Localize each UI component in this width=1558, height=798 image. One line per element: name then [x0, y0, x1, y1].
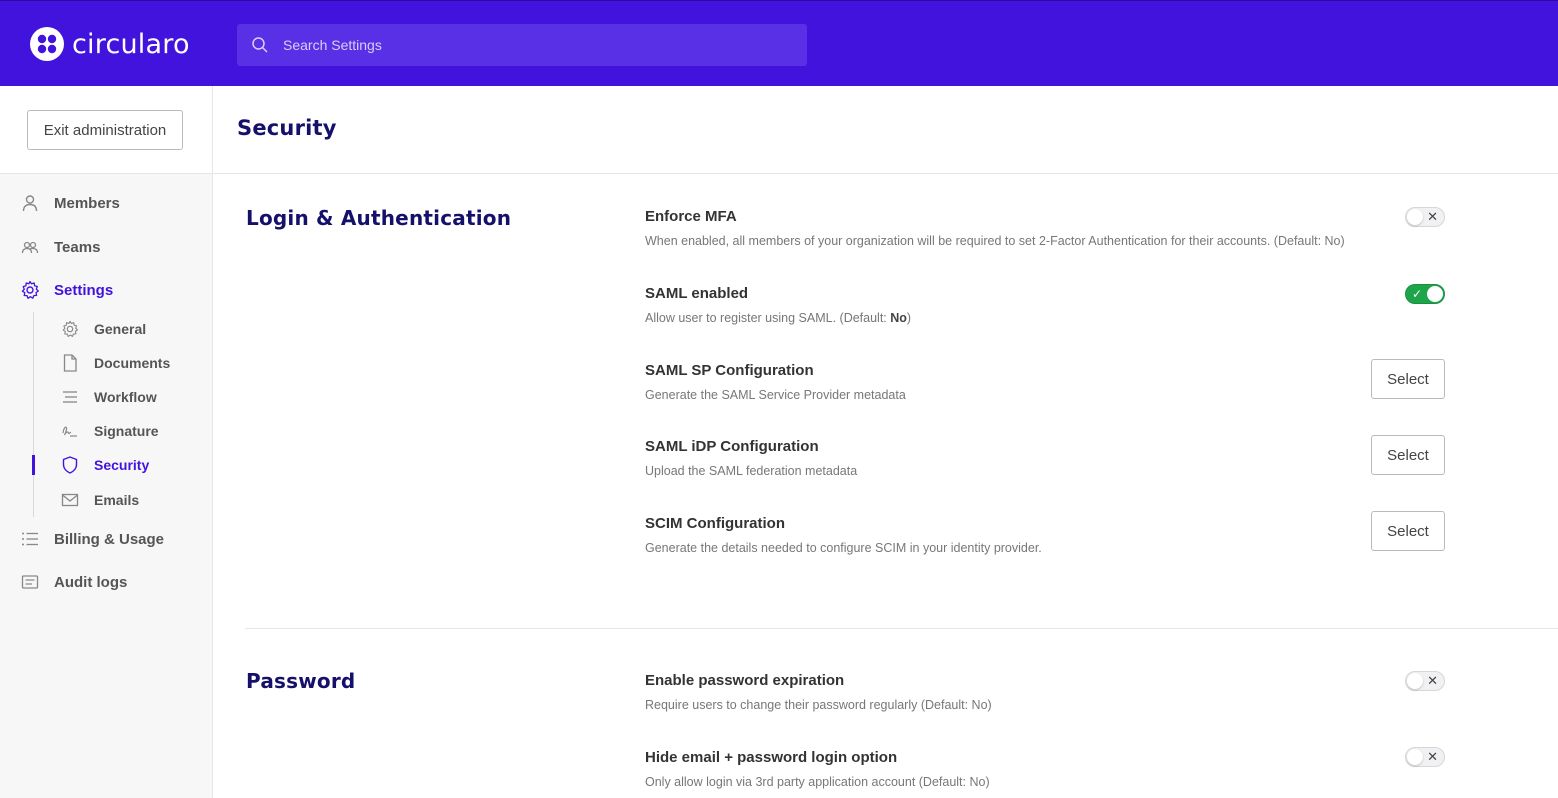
enforce-mfa-toggle[interactable]: ✕: [1405, 207, 1445, 227]
toggle-knob: [1407, 673, 1423, 689]
toggle-knob: [1407, 209, 1423, 225]
search-box[interactable]: [237, 24, 807, 66]
envelope-icon: [60, 490, 80, 510]
document-icon: [60, 353, 80, 373]
setting-description-suffix: ): [906, 311, 912, 325]
user-icon: [20, 193, 40, 213]
setting-title: SAML iDP Configuration: [645, 438, 819, 455]
sidebar-subitem-label: Signature: [94, 423, 159, 439]
submenu-active-indicator: [32, 455, 35, 475]
setting-password-expiration: Enable password expiration Require users…: [645, 672, 1445, 712]
top-bar: circularo: [0, 0, 1558, 86]
check-icon: ✓: [1412, 287, 1423, 301]
setting-title: SAML enabled: [645, 285, 749, 302]
setting-description: Allow user to register using SAML. (Defa…: [645, 311, 1445, 325]
sidebar-item-label: Teams: [54, 238, 101, 256]
setting-enforce-mfa: Enforce MFA When enabled, all members of…: [645, 208, 1445, 248]
setting-scim-configuration: SCIM Configuration Generate the details …: [645, 515, 1445, 555]
setting-title: SAML SP Configuration: [645, 362, 814, 379]
sidebar-subitem-label: Security: [94, 457, 150, 473]
sidebar-item-label: Audit logs: [54, 573, 128, 591]
circularo-logo-icon: [30, 27, 64, 61]
sidebar-subitem-label: Workflow: [94, 389, 157, 405]
sidebar-item-audit-logs[interactable]: Audit logs: [20, 571, 127, 593]
setting-description: Only allow login via 3rd party applicati…: [645, 775, 990, 789]
saml-sp-select-button[interactable]: Select: [1371, 359, 1445, 399]
setting-title: Enforce MFA: [645, 208, 737, 225]
setting-description: Generate the SAML Service Provider metad…: [645, 388, 906, 402]
team-icon: [20, 237, 40, 257]
setting-description: Upload the SAML federation metadata: [645, 464, 858, 478]
page-title: Security: [237, 116, 337, 140]
setting-saml-sp-configuration: SAML SP Configuration Generate the SAML …: [645, 362, 1445, 402]
sidebar-item-settings[interactable]: Settings: [20, 279, 113, 301]
setting-description: Generate the details needed to configure…: [645, 541, 1042, 555]
search-input[interactable]: [283, 37, 783, 53]
workflow-icon: [60, 387, 80, 407]
log-icon: [20, 572, 40, 592]
setting-description: When enabled, all members of your organi…: [645, 234, 1345, 248]
sidebar-subitem-label: General: [94, 321, 147, 337]
toggle-knob: [1407, 749, 1423, 765]
sidebar-item-label: Settings: [54, 281, 114, 299]
sidebar-item-label: Billing & Usage: [54, 530, 165, 548]
shield-icon: [60, 455, 80, 475]
saml-idp-select-button[interactable]: Select: [1371, 435, 1445, 475]
sidebar-subitem-signature[interactable]: Signature: [60, 421, 159, 441]
exit-administration-button[interactable]: Exit administration: [27, 110, 183, 150]
setting-title: Enable password expiration: [645, 672, 845, 689]
setting-saml-idp-configuration: SAML iDP Configuration Upload the SAML f…: [645, 438, 1445, 478]
search-icon: [252, 37, 268, 53]
setting-title: Hide email + password login option: [645, 749, 898, 766]
section-title-password: Password: [246, 669, 356, 693]
section-divider: [245, 628, 1558, 629]
hide-email-password-toggle[interactable]: ✕: [1405, 747, 1445, 767]
setting-description: Require users to change their password r…: [645, 698, 992, 712]
sidebar-item-teams[interactable]: Teams: [20, 236, 100, 258]
close-icon: ✕: [1427, 673, 1438, 688]
submenu-line: [33, 312, 34, 517]
sidebar-subitem-workflow[interactable]: Workflow: [60, 387, 157, 407]
saml-enabled-toggle[interactable]: ✓: [1405, 284, 1445, 304]
sidebar-subitem-emails[interactable]: Emails: [60, 490, 139, 510]
close-icon: ✕: [1427, 749, 1438, 764]
logo[interactable]: circularo: [30, 27, 190, 61]
sidebar-item-billing-usage[interactable]: Billing & Usage: [20, 528, 164, 550]
setting-default-value: No: [890, 311, 907, 325]
list-icon: [20, 529, 40, 549]
sidebar-subitem-label: Documents: [94, 355, 171, 371]
gear-icon: [60, 319, 80, 339]
brand-name: circularo: [72, 28, 190, 60]
setting-title: SCIM Configuration: [645, 515, 785, 532]
password-expiration-toggle[interactable]: ✕: [1405, 671, 1445, 691]
sidebar-subitem-label: Emails: [94, 492, 140, 508]
sidebar-item-label: Members: [54, 194, 120, 212]
signature-icon: [60, 421, 80, 441]
sidebar-subitem-security[interactable]: Security: [60, 455, 149, 475]
setting-description-text: Allow user to register using SAML. (Defa…: [645, 311, 891, 325]
section-title-login-authentication: Login & Authentication: [246, 206, 512, 230]
exit-area: Exit administration: [0, 86, 212, 174]
title-divider: [213, 173, 1558, 174]
sidebar-item-members[interactable]: Members: [20, 192, 120, 214]
gear-icon: [20, 280, 40, 300]
sidebar: Exit administration Members Teams Settin…: [0, 86, 213, 798]
setting-hide-email-password-login: Hide email + password login option Only …: [645, 749, 1445, 789]
toggle-knob: [1427, 286, 1443, 302]
scim-select-button[interactable]: Select: [1371, 511, 1445, 551]
close-icon: ✕: [1427, 209, 1438, 224]
sidebar-subitem-general[interactable]: General: [60, 319, 146, 339]
setting-saml-enabled: SAML enabled Allow user to register usin…: [645, 285, 1445, 325]
sidebar-subitem-documents[interactable]: Documents: [60, 353, 170, 373]
